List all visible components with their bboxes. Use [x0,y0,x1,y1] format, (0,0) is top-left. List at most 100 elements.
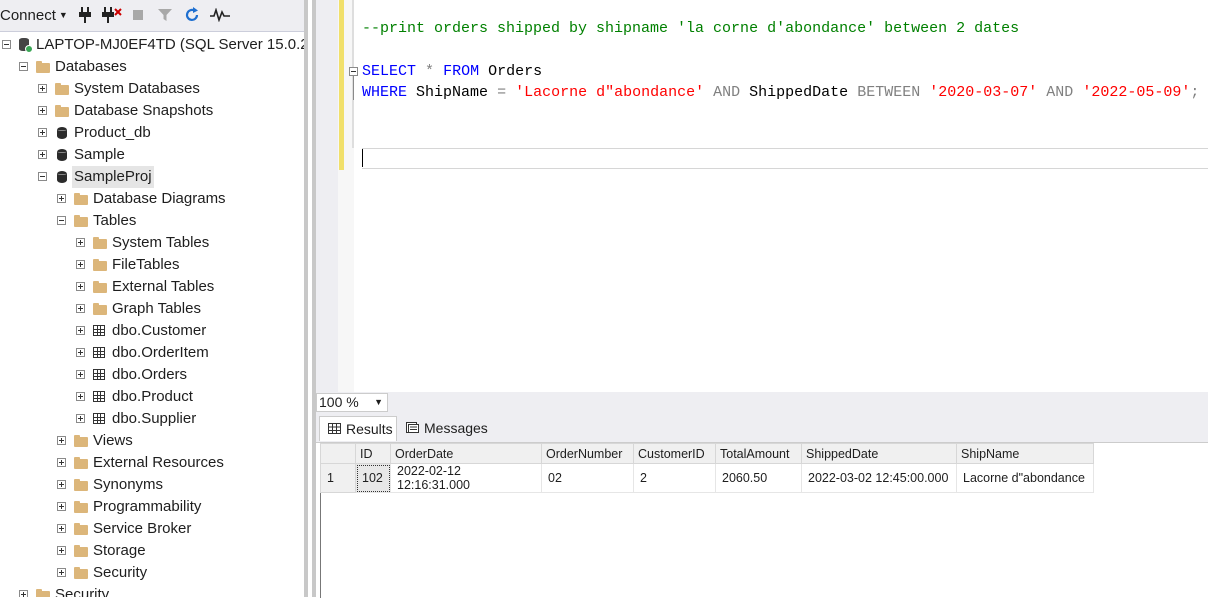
expand-icon[interactable] [57,568,66,577]
folder-icon [74,500,89,514]
expand-icon[interactable] [76,326,85,335]
tree-node-service-broker[interactable]: Service Broker [0,518,305,540]
table-cell[interactable]: Lacorne d"abondance [956,463,1094,493]
expand-icon[interactable] [57,458,66,467]
tree-node-filetables[interactable]: FileTables [0,254,305,276]
column-header[interactable]: ShipName [956,443,1094,464]
expand-icon[interactable] [76,370,85,379]
connect-button[interactable]: Connect ▼ [0,6,68,24]
column-header[interactable]: OrderNumber [541,443,634,464]
ident-shippeddate: ShippedDate [749,84,849,101]
sql-select-line[interactable]: SELECT * FROM Orders [362,63,542,80]
kw-and: AND [713,84,741,101]
expand-icon[interactable] [38,106,47,115]
expand-icon[interactable] [57,524,66,533]
fold-collapse-icon[interactable] [349,67,358,76]
row-number[interactable]: 1 [320,463,356,493]
tree-node-security-db[interactable]: Security [0,562,305,584]
expand-icon[interactable] [57,502,66,511]
tree-node-databases[interactable]: Databases [0,56,305,78]
tree-node-views[interactable]: Views [0,430,305,452]
table-row[interactable]: 1 102 2022-02-12 12:16:31.000 02 2 2060.… [320,463,1094,493]
expand-icon[interactable] [76,304,85,313]
tree-node-programmability[interactable]: Programmability [0,496,305,518]
connect-plug-icon[interactable] [78,6,92,24]
table-cell[interactable]: 2022-02-12 12:16:31.000 [390,463,542,493]
tree-node-database-snapshots[interactable]: Database Snapshots [0,100,305,122]
expand-icon[interactable] [76,260,85,269]
ident-shipname: ShipName [416,84,489,101]
table-cell[interactable]: 2 [633,463,716,493]
results-grid[interactable]: ID OrderDate OrderNumber CustomerID Tota… [316,442,1208,598]
results-table: ID OrderDate OrderNumber CustomerID Tota… [320,443,1094,493]
table-cell[interactable]: 02 [541,463,634,493]
explorer-scrollbar[interactable] [304,0,308,597]
query-editor[interactable] [316,0,1208,392]
folder-icon [74,214,89,228]
expand-icon[interactable] [57,436,66,445]
folder-icon [74,544,89,558]
tree-node-external-resources[interactable]: External Resources [0,452,305,474]
activity-monitor-icon[interactable] [210,6,230,24]
column-header[interactable]: CustomerID [633,443,716,464]
expand-icon[interactable] [38,150,47,159]
tree-node-tables[interactable]: Tables [0,210,305,232]
tree-node-storage[interactable]: Storage [0,540,305,562]
tab-messages[interactable]: Messages [398,416,493,441]
tree-node-security-server[interactable]: Security [0,584,305,597]
disconnect-icon[interactable] [102,6,122,24]
expand-icon[interactable] [76,238,85,247]
tree-node-server[interactable]: LAPTOP-MJ0EF4TD (SQL Server 15.0.2095 [0,34,305,56]
op-equals: = [497,84,507,101]
row-header-corner[interactable] [320,443,356,464]
column-header[interactable]: ID [355,443,391,464]
table-cell[interactable]: 102 [355,463,391,493]
tree-node-dbo-customer[interactable]: dbo.Customer [0,320,305,342]
expand-icon[interactable] [76,348,85,357]
tree-node-product-db[interactable]: Product_db [0,122,305,144]
zoom-select[interactable]: 100 % ▼ [316,393,388,412]
collapse-icon[interactable] [38,172,47,181]
stop-icon[interactable] [132,6,144,24]
pane-splitter[interactable] [304,0,316,597]
tree-node-external-tables[interactable]: External Tables [0,276,305,298]
kw-where: WHERE [362,84,408,101]
tree-node-database-diagrams[interactable]: Database Diagrams [0,188,305,210]
sql-comment-line[interactable]: --print orders shipped by shipname 'la c… [362,20,1019,37]
tab-results[interactable]: Results [319,416,397,441]
tree-node-sampleproj[interactable]: SampleProj [0,166,305,188]
folder-icon [74,456,89,470]
expand-icon[interactable] [57,194,66,203]
tree-node-sample[interactable]: Sample [0,144,305,166]
tree-node-dbo-orderitem[interactable]: dbo.OrderItem [0,342,305,364]
expand-icon[interactable] [76,392,85,401]
tree-node-synonyms[interactable]: Synonyms [0,474,305,496]
column-header[interactable]: ShippedDate [801,443,957,464]
expand-icon[interactable] [57,480,66,489]
expand-icon[interactable] [19,590,28,597]
expand-icon[interactable] [38,128,47,137]
tree-node-dbo-supplier[interactable]: dbo.Supplier [0,408,305,430]
column-header[interactable]: OrderDate [390,443,542,464]
table-cell[interactable]: 2060.50 [715,463,802,493]
column-header[interactable]: TotalAmount [715,443,802,464]
sql-where-line[interactable]: WHERE ShipName = 'Lacorne d"abondance' A… [362,84,1199,101]
tree-node-dbo-orders[interactable]: dbo.Orders [0,364,305,386]
table-cell[interactable]: 2022-03-02 12:45:00.000 [801,463,957,493]
header-row: ID OrderDate OrderNumber CustomerID Tota… [320,443,1094,464]
expand-icon[interactable] [57,546,66,555]
collapse-icon[interactable] [57,216,66,225]
filter-icon[interactable] [158,6,172,24]
table-icon [93,324,108,338]
tree-node-dbo-product[interactable]: dbo.Product [0,386,305,408]
expand-icon[interactable] [38,84,47,93]
tree-node-system-databases[interactable]: System Databases [0,78,305,100]
expand-icon[interactable] [76,282,85,291]
tree-node-system-tables[interactable]: System Tables [0,232,305,254]
collapse-icon[interactable] [2,40,11,49]
table-icon [93,390,108,404]
collapse-icon[interactable] [19,62,28,71]
tree-node-graph-tables[interactable]: Graph Tables [0,298,305,320]
refresh-icon[interactable] [184,6,200,24]
expand-icon[interactable] [76,414,85,423]
